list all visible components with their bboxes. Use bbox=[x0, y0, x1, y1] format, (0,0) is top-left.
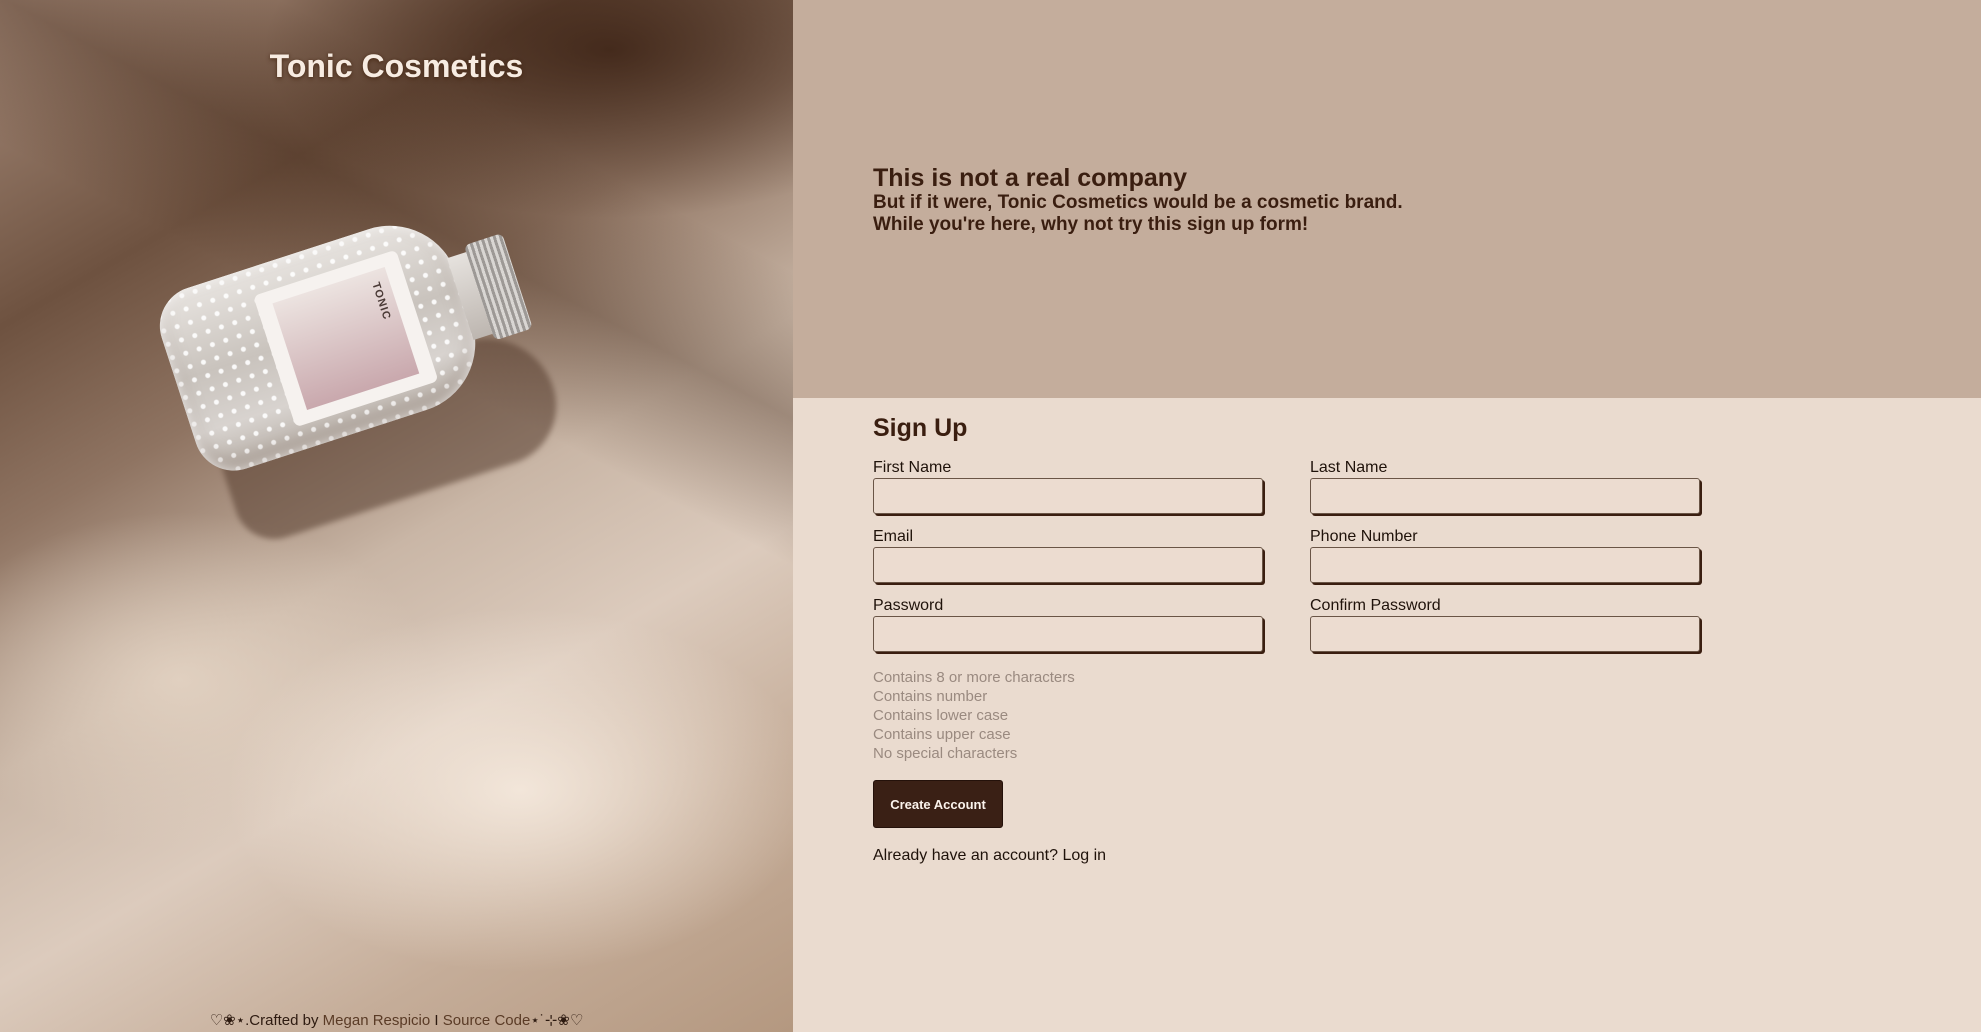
hero-panel: Tonic Cosmetics TONIC ♡❀⋆.Crafted by Meg… bbox=[0, 0, 793, 1032]
first-name-field-group: First Name bbox=[873, 458, 1263, 514]
intro-panel: This is not a real company But if it wer… bbox=[793, 0, 1981, 398]
phone-field-group: Phone Number bbox=[1310, 527, 1700, 583]
email-field-group: Email bbox=[873, 527, 1263, 583]
last-name-field-group: Last Name bbox=[1310, 458, 1700, 514]
brand-title: Tonic Cosmetics bbox=[269, 48, 524, 84]
intro-title: This is not a real company bbox=[873, 164, 1187, 192]
rule-lower-case: Contains lower case bbox=[873, 707, 1009, 724]
rule-special-characters: No special characters bbox=[873, 745, 1018, 762]
rule-length: Contains 8 or more characters bbox=[873, 669, 1075, 686]
password-input[interactable] bbox=[873, 616, 1263, 652]
rule-upper-case: Contains upper case bbox=[873, 726, 1011, 743]
login-link[interactable]: Log in bbox=[1062, 847, 1106, 864]
confirm-password-field-group: Confirm Password bbox=[1310, 596, 1700, 652]
phone-label: Phone Number bbox=[1310, 528, 1418, 545]
confirm-password-label: Confirm Password bbox=[1310, 597, 1441, 614]
rule-number: Contains number bbox=[873, 688, 988, 705]
email-label: Email bbox=[873, 528, 914, 545]
first-name-input[interactable] bbox=[873, 478, 1263, 514]
last-name-label: Last Name bbox=[1310, 459, 1388, 476]
credit-separator: I bbox=[430, 1012, 443, 1029]
form-title: Sign Up bbox=[873, 414, 968, 442]
author-link[interactable]: Megan Respicio bbox=[323, 1012, 431, 1029]
source-code-link[interactable]: Source Code bbox=[443, 1012, 531, 1029]
password-label: Password bbox=[873, 597, 944, 614]
password-field-group: Password bbox=[873, 596, 1263, 652]
intro-line-1: But if it were, Tonic Cosmetics would be… bbox=[873, 192, 1403, 213]
login-prompt: Already have an account? Log in bbox=[873, 847, 1106, 865]
last-name-input[interactable] bbox=[1310, 478, 1700, 514]
credit-suffix: ⋆˙⊹❀♡ bbox=[530, 1012, 584, 1029]
email-input[interactable] bbox=[873, 547, 1263, 583]
create-account-button[interactable]: Create Account bbox=[873, 780, 1003, 828]
product-image: TONIC bbox=[149, 200, 650, 560]
first-name-label: First Name bbox=[873, 459, 952, 476]
credit-prefix: ♡❀⋆.Crafted by bbox=[209, 1012, 323, 1029]
phone-input[interactable] bbox=[1310, 547, 1700, 583]
footer-credit: ♡❀⋆.Crafted by Megan Respicio I Source C… bbox=[0, 1011, 793, 1029]
intro-line-2: While you're here, why not try this sign… bbox=[873, 214, 1309, 235]
bottle-label-text: TONIC bbox=[369, 280, 393, 322]
login-prompt-text: Already have an account? bbox=[873, 847, 1063, 864]
bottle-label-inner: TONIC bbox=[272, 266, 420, 410]
confirm-password-input[interactable] bbox=[1310, 616, 1700, 652]
signup-form: Sign Up First Name Last Name Email Phone… bbox=[793, 398, 1981, 1032]
password-rules: Contains 8 or more characters Contains n… bbox=[873, 668, 1075, 763]
